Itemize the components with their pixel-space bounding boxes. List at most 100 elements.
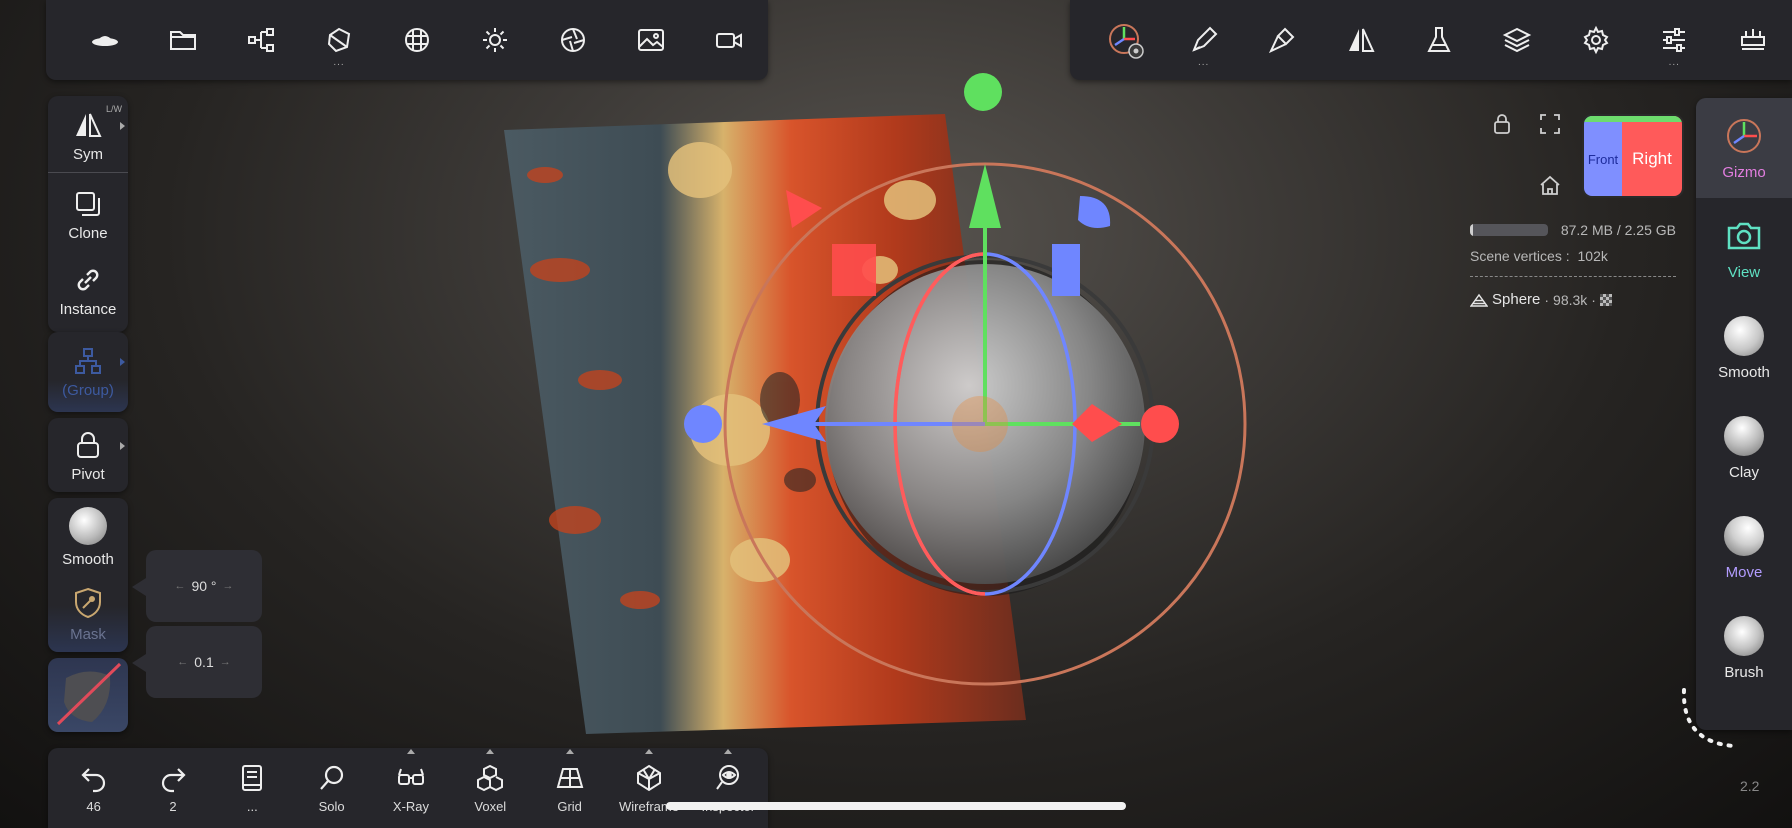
clay-tool-button[interactable]: Clay xyxy=(1696,398,1792,498)
view-tool-label: View xyxy=(1727,263,1761,281)
decrement-arrow-icon[interactable]: ← xyxy=(177,656,188,668)
checker-icon xyxy=(1599,293,1612,306)
move-tool-label: Move xyxy=(1725,563,1763,581)
gizmo-tool-button[interactable]: Gizmo xyxy=(1696,98,1792,198)
camera-icon xyxy=(1724,216,1764,256)
vertices-label: Scene vertices : xyxy=(1470,248,1570,264)
view-cube-right-face[interactable]: Right xyxy=(1622,116,1682,196)
brush-icon xyxy=(1267,25,1297,55)
lighting-button[interactable] xyxy=(456,0,534,80)
inspector-button[interactable]: Inspector xyxy=(689,748,768,828)
step-value-popup[interactable]: ← 0.1 → xyxy=(132,626,262,698)
left-smooth-button[interactable]: Smooth xyxy=(48,500,128,574)
sym-badge: L/W xyxy=(105,104,122,114)
home-indicator[interactable] xyxy=(666,802,1126,810)
video-button[interactable] xyxy=(690,0,768,80)
view-cube-front-face[interactable]: Front xyxy=(1584,116,1622,196)
topology-button[interactable]: ... xyxy=(300,0,378,80)
node-graph-icon xyxy=(246,25,276,55)
scene-icon xyxy=(90,25,120,55)
memory-bar-fill xyxy=(1470,224,1474,236)
solo-button[interactable]: Solo xyxy=(292,748,371,828)
increment-arrow-icon[interactable]: → xyxy=(223,580,234,592)
camera-settings-button[interactable] xyxy=(534,0,612,80)
voxel-options-caret[interactable] xyxy=(486,749,495,754)
history-label: ... xyxy=(246,798,258,814)
hierarchy-icon xyxy=(73,346,103,376)
fullscreen-icon xyxy=(1540,114,1560,134)
inspector-options-caret[interactable] xyxy=(724,749,733,754)
smooth-tool-button[interactable]: Smooth xyxy=(1696,298,1792,398)
paint-button[interactable] xyxy=(1243,0,1321,80)
folder-icon xyxy=(168,25,198,55)
angle-value-popup[interactable]: ← 90 ° → xyxy=(132,550,262,622)
smooth-ball-icon xyxy=(69,506,107,545)
left-smooth-label: Smooth xyxy=(62,550,114,568)
clone-button[interactable]: Clone xyxy=(48,178,128,252)
settings-button[interactable] xyxy=(1557,0,1635,80)
sym-button[interactable]: Sym L/W xyxy=(48,100,128,172)
flask-icon xyxy=(1424,25,1454,55)
increment-arrow-icon[interactable]: → xyxy=(220,656,231,668)
mask-button[interactable]: Mask xyxy=(48,578,128,650)
instance-button[interactable]: Instance xyxy=(48,254,128,328)
background-button[interactable] xyxy=(612,0,690,80)
scene-graph-button[interactable] xyxy=(222,0,300,80)
brush-tool-label: Brush xyxy=(1724,663,1764,681)
clay-tool-label: Clay xyxy=(1728,463,1759,481)
material-swatch-panel[interactable] xyxy=(48,658,128,732)
grid-button[interactable]: Grid xyxy=(530,748,609,828)
bottom-toolbar: 46 2 ... Solo X-Ray Voxel Grid Wireframe… xyxy=(48,748,768,828)
sliders-button[interactable]: ... xyxy=(1635,0,1713,80)
viewport[interactable] xyxy=(0,0,1792,828)
link-icon xyxy=(73,265,103,295)
redo-button[interactable]: 2 xyxy=(133,748,212,828)
grid-options-caret[interactable] xyxy=(565,749,574,754)
voxel-button[interactable]: Voxel xyxy=(451,748,530,828)
view-tool-button[interactable]: View xyxy=(1696,198,1792,298)
smooth-ball-icon xyxy=(1724,315,1764,356)
gizmo-settings-button[interactable] xyxy=(1086,0,1164,80)
memory-bar xyxy=(1470,224,1548,236)
step-value: 0.1 xyxy=(194,654,214,670)
history-button[interactable]: ... xyxy=(213,748,292,828)
group-button[interactable]: (Group) xyxy=(48,336,128,408)
clone-icon xyxy=(73,189,103,219)
lock-icon xyxy=(1494,114,1510,134)
layers-icon xyxy=(1502,25,1532,55)
pivot-button[interactable]: Pivot xyxy=(48,420,128,492)
more-tools-icon xyxy=(1738,25,1768,55)
object-row[interactable]: Sphere · 98.3k · xyxy=(1469,291,1676,308)
grid-label: Grid xyxy=(557,798,582,814)
xray-options-caret[interactable] xyxy=(406,749,415,754)
lock-camera-button[interactable] xyxy=(1490,112,1514,136)
topology-icon xyxy=(324,25,354,55)
pen-button[interactable]: ... xyxy=(1164,0,1242,80)
smooth-tool-label: Smooth xyxy=(1718,363,1770,381)
vertices-row: Scene vertices : 102k xyxy=(1470,248,1676,264)
move-tool-button[interactable]: Move xyxy=(1696,498,1792,598)
tool-scroll-indicator[interactable] xyxy=(1680,686,1744,750)
wireframe-button[interactable]: Wireframe xyxy=(609,748,688,828)
xray-button[interactable]: X-Ray xyxy=(371,748,450,828)
lab-button[interactable] xyxy=(1400,0,1478,80)
layers-button[interactable] xyxy=(1478,0,1556,80)
symmetry-button[interactable] xyxy=(1321,0,1399,80)
right-tool-column: Gizmo View Smooth Clay Move Brush xyxy=(1696,98,1792,730)
sun-icon xyxy=(480,25,510,55)
wireframe-options-caret[interactable] xyxy=(644,749,653,754)
decrement-arrow-icon[interactable]: ← xyxy=(174,580,185,592)
fullscreen-button[interactable] xyxy=(1538,112,1562,136)
sliders-icon xyxy=(1659,25,1689,55)
mesh-icon xyxy=(1469,293,1489,307)
view-cube[interactable]: Front Right xyxy=(1584,116,1682,196)
material-button[interactable] xyxy=(378,0,456,80)
info-divider xyxy=(1470,276,1676,277)
more-tools-button[interactable] xyxy=(1714,0,1792,80)
scene-button[interactable] xyxy=(66,0,144,80)
files-button[interactable] xyxy=(144,0,222,80)
undo-button[interactable]: 46 xyxy=(54,748,133,828)
home-view-button[interactable] xyxy=(1538,174,1562,198)
image-icon xyxy=(636,25,666,55)
brush-tool-button[interactable]: Brush xyxy=(1696,598,1792,698)
